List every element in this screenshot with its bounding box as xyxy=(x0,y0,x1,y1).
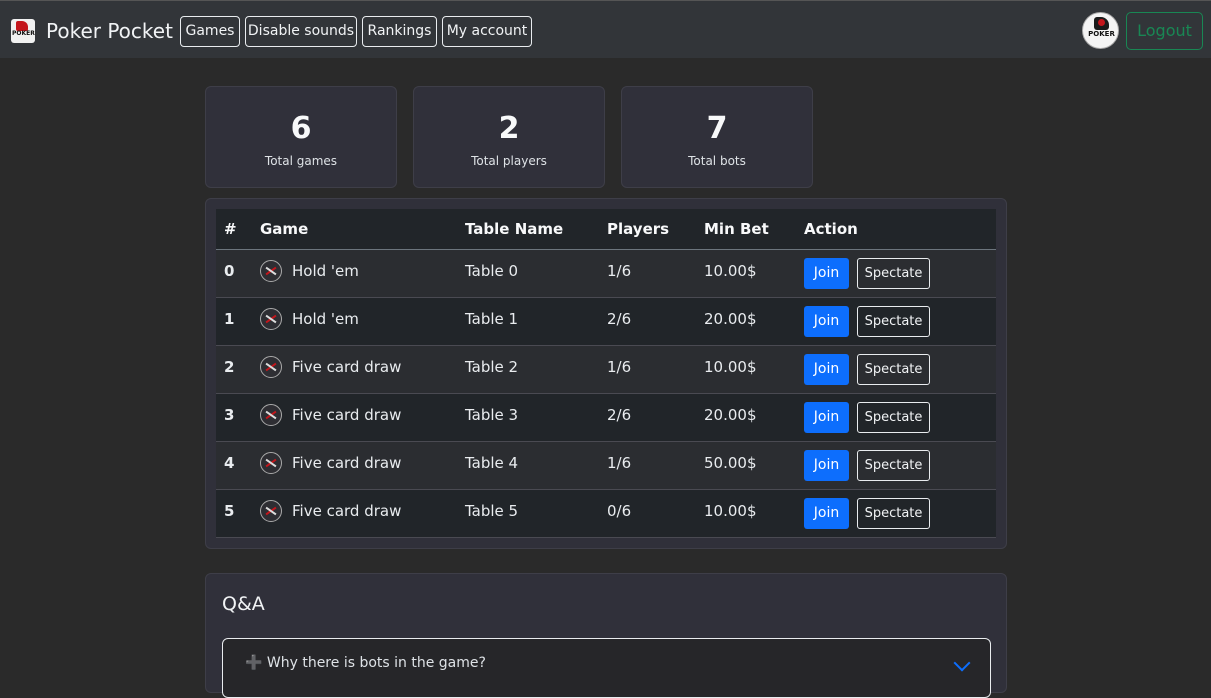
join-button[interactable]: Join xyxy=(804,498,849,529)
row-min-bet: 10.00$ xyxy=(704,501,757,520)
row-table-name: Table 2 xyxy=(465,357,519,376)
header-min-bet: Min Bet xyxy=(704,220,769,238)
game-chip-icon xyxy=(260,451,282,474)
game-chip-icon xyxy=(260,355,282,378)
header-game: Game xyxy=(260,220,309,238)
row-players: 1/6 xyxy=(607,357,632,376)
row-players: 0/6 xyxy=(607,501,632,520)
row-num: 1 xyxy=(224,309,235,328)
row-players: 1/6 xyxy=(607,261,632,280)
qa-question[interactable]: ➕ Why there is bots in the game? xyxy=(245,655,486,671)
row-num: 4 xyxy=(224,453,235,472)
row-min-bet: 20.00$ xyxy=(704,405,757,424)
nav-games-button[interactable]: Games xyxy=(180,16,240,47)
game-chip-icon xyxy=(260,499,282,522)
stat-card-total-players: 2 Total players xyxy=(413,86,605,188)
row-game: Hold 'em xyxy=(260,298,359,345)
user-avatar[interactable]: POKER xyxy=(1082,12,1119,49)
table-row: 5 Five card draw Table 5 0/6 10.00$ Join… xyxy=(216,490,996,538)
row-min-bet: 20.00$ xyxy=(704,309,757,328)
row-game: Five card draw xyxy=(260,346,401,393)
row-num: 2 xyxy=(224,357,235,376)
qa-title: Q&A xyxy=(222,593,265,615)
qa-accordion-item[interactable]: ➕ Why there is bots in the game? xyxy=(222,638,991,698)
spectate-button[interactable]: Spectate xyxy=(857,258,930,289)
row-table-name: Table 5 xyxy=(465,501,519,520)
nav-my-account-button[interactable]: My account xyxy=(442,16,532,47)
join-button[interactable]: Join xyxy=(804,258,849,289)
stat-value: 7 xyxy=(706,111,728,146)
row-actions: Join Spectate xyxy=(804,490,930,537)
row-min-bet: 10.00$ xyxy=(704,261,757,280)
table-row: 1 Hold 'em Table 1 2/6 20.00$ Join Spect… xyxy=(216,298,996,346)
row-num: 5 xyxy=(224,501,235,520)
poker-pocket-logo[interactable]: POKER xyxy=(11,19,35,43)
join-button[interactable]: Join xyxy=(804,402,849,433)
spectate-button[interactable]: Spectate xyxy=(857,306,930,337)
row-min-bet: 10.00$ xyxy=(704,357,757,376)
join-button[interactable]: Join xyxy=(804,354,849,385)
game-chip-icon xyxy=(260,403,282,426)
stat-value: 6 xyxy=(290,111,312,146)
row-actions: Join Spectate xyxy=(804,298,930,345)
game-chip-icon xyxy=(260,307,282,330)
stat-label: Total players xyxy=(471,154,547,168)
row-actions: Join Spectate xyxy=(804,250,930,297)
row-game: Five card draw xyxy=(260,490,401,537)
header-num: # xyxy=(224,220,237,238)
table-row: 0 Hold 'em Table 0 1/6 10.00$ Join Spect… xyxy=(216,250,996,298)
row-num: 3 xyxy=(224,405,235,424)
table-header-row: # Game Table Name Players Min Bet Action xyxy=(216,209,996,250)
header-table-name: Table Name xyxy=(465,220,564,238)
stat-value: 2 xyxy=(498,111,520,146)
game-chip-icon xyxy=(260,259,282,282)
chevron-down-icon[interactable] xyxy=(953,654,971,672)
row-num: 0 xyxy=(224,261,235,280)
spectate-button[interactable]: Spectate xyxy=(857,402,930,433)
row-game: Five card draw xyxy=(260,394,401,441)
row-players: 2/6 xyxy=(607,405,632,424)
row-game: Five card draw xyxy=(260,442,401,489)
row-table-name: Table 3 xyxy=(465,405,519,424)
logout-button[interactable]: Logout xyxy=(1126,12,1203,50)
stat-label: Total bots xyxy=(688,154,746,168)
nav-disable-sounds-button[interactable]: Disable sounds xyxy=(245,16,357,47)
nav-rankings-button[interactable]: Rankings xyxy=(362,16,437,47)
row-table-name: Table 1 xyxy=(465,309,519,328)
header-action: Action xyxy=(804,220,858,238)
row-players: 1/6 xyxy=(607,453,632,472)
join-button[interactable]: Join xyxy=(804,306,849,337)
spectate-button[interactable]: Spectate xyxy=(857,450,930,481)
table-row: 4 Five card draw Table 4 1/6 50.00$ Join… xyxy=(216,442,996,490)
spectate-button[interactable]: Spectate xyxy=(857,498,930,529)
spectate-button[interactable]: Spectate xyxy=(857,354,930,385)
header-players: Players xyxy=(607,220,670,238)
row-game: Hold 'em xyxy=(260,250,359,297)
join-button[interactable]: Join xyxy=(804,450,849,481)
row-actions: Join Spectate xyxy=(804,394,930,441)
brand-name[interactable]: Poker Pocket xyxy=(46,19,173,43)
row-table-name: Table 0 xyxy=(465,261,519,280)
stat-card-total-games: 6 Total games xyxy=(205,86,397,188)
row-players: 2/6 xyxy=(607,309,632,328)
row-min-bet: 50.00$ xyxy=(704,453,757,472)
table-row: 3 Five card draw Table 3 2/6 20.00$ Join… xyxy=(216,394,996,442)
table-row: 2 Five card draw Table 2 1/6 10.00$ Join… xyxy=(216,346,996,394)
row-table-name: Table 4 xyxy=(465,453,519,472)
row-actions: Join Spectate xyxy=(804,346,930,393)
navbar: POKER Poker Pocket Games Disable sounds … xyxy=(0,0,1211,58)
stat-card-total-bots: 7 Total bots xyxy=(621,86,813,188)
stat-label: Total games xyxy=(264,154,338,168)
games-table-card: # Game Table Name Players Min Bet Action… xyxy=(205,198,1007,549)
row-actions: Join Spectate xyxy=(804,442,930,489)
games-table: # Game Table Name Players Min Bet Action… xyxy=(216,209,996,538)
qa-card: Q&A ➕ Why there is bots in the game? xyxy=(205,573,1007,698)
